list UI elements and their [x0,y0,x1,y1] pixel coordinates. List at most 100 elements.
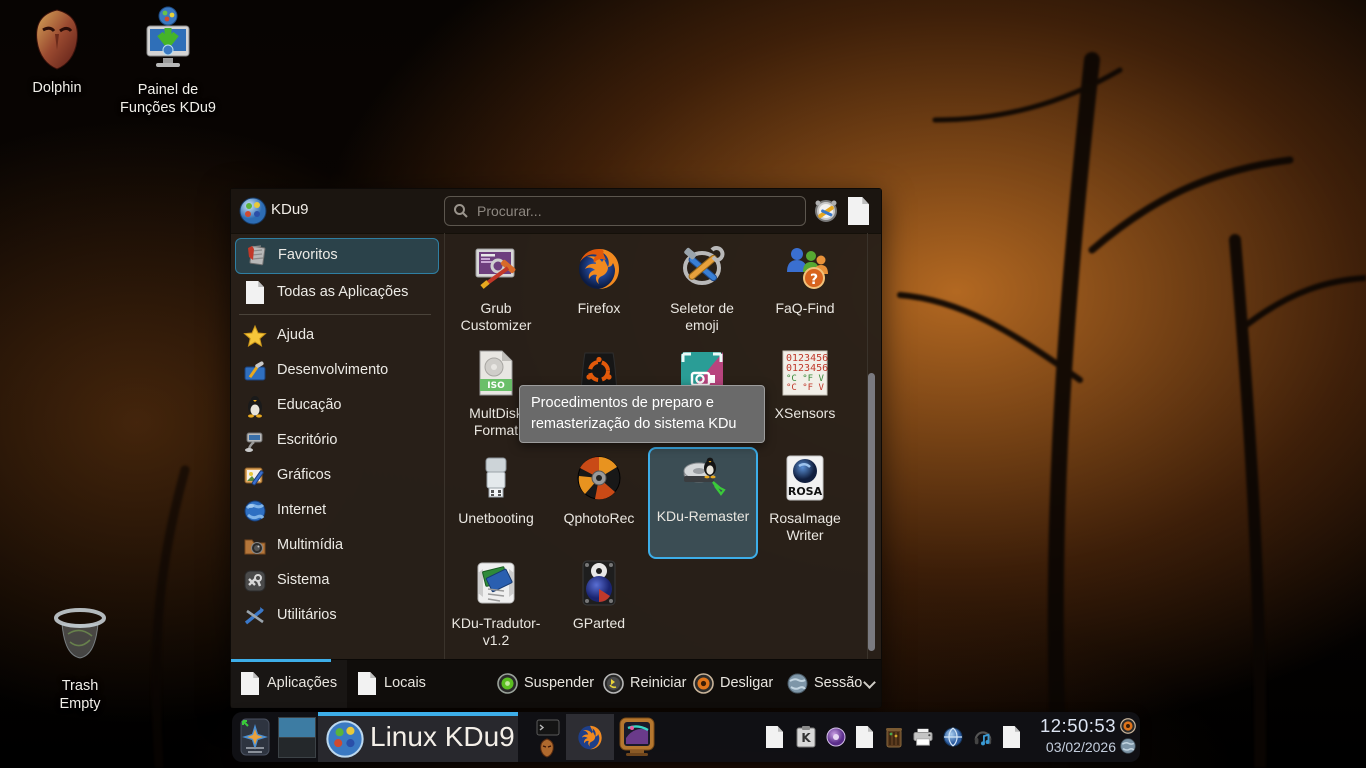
sidebar-item-multimidia[interactable]: Multimídia [235,529,437,563]
app-tile-xsensors[interactable]: 0123456 0123456 °C °F V °C °F V XSensors [755,346,855,450]
restart-button[interactable]: Reiniciar [603,660,693,708]
app-tile-faq-find[interactable]: ? FaQ-Find [755,241,855,345]
document-icon [241,672,259,695]
folder-camera-icon [243,534,267,558]
people-question-icon: ? [781,244,829,292]
globe-icon [243,499,267,523]
harddisk-penguin-icon [679,452,727,500]
desktop-icon-dolphin[interactable]: Dolphin [12,8,102,97]
sidebar-item-label: Internet [277,502,326,518]
pager-desktop-2[interactable] [278,737,316,758]
picture-pen-icon [243,464,267,488]
app-tile-rosaimage-writer[interactable]: ROSA RosaImage Writer [755,451,855,555]
kdu9-globe-logo [239,197,267,225]
books-translator-icon [472,559,520,607]
gparted-drive-icon [575,559,623,607]
sidebar-item-educacao[interactable]: Educação [235,389,437,423]
virtual-desktop-pager[interactable] [278,717,316,757]
app-tile-qphotorec[interactable]: QphotoRec [549,451,649,555]
orange-power-orb-icon[interactable] [1120,718,1136,734]
app-tile-kdu-tradutor[interactable]: KDu-Tradutor-v1.2 [446,556,546,660]
svg-text:?: ? [810,272,818,288]
application-menu: KDu9 Favoritos Todas as Aplicaçõ [230,188,882,708]
task-button-linux-kdu9[interactable]: Linux KDu9 [318,712,518,762]
document-icon[interactable] [1003,726,1020,748]
sidebar-item-sistema[interactable]: Sistema [235,564,437,598]
network-globe-icon[interactable] [943,726,963,748]
tab-aplicacoes[interactable]: Aplicações [241,660,347,708]
app-label: RosaImage Writer [755,510,855,544]
sidebar-item-utilitarios[interactable]: Utilitários [235,599,437,633]
sidebar-divider [444,233,445,659]
app-tile-kdu-remaster[interactable]: KDu-Remaster [648,447,758,559]
alarm-tools-icon[interactable] [813,198,839,224]
kdu9-globe-logo [326,720,364,758]
usb-stick-icon [472,454,520,502]
trash-full-icon[interactable] [884,726,904,748]
shutdown-button[interactable]: Desligar [693,660,781,708]
fox-mask-icon[interactable] [538,738,556,758]
suspend-button[interactable]: Suspender [497,660,597,708]
app-label: Seletor de emoji [652,300,752,334]
klipper-clipboard-icon[interactable]: K [796,726,816,748]
firefox-task-tile[interactable] [566,714,614,760]
sidebar-item-todas-as-aplicacoes[interactable]: Todas as Aplicações [235,276,437,310]
sidebar-item-favoritos[interactable]: Favoritos [235,238,439,274]
sidebar-item-internet[interactable]: Internet [235,494,437,528]
terminal-icon[interactable] [536,719,560,736]
green-power-orb-icon [497,673,518,694]
sidebar-item-label: Multimídia [277,537,343,553]
svg-text:K: K [801,731,811,745]
menu-title: KDu9 [271,201,309,218]
dolphin-mask-icon [28,8,86,70]
app-label: KDu-Remaster [650,508,756,525]
app-tile-seletor-de-emoji[interactable]: Seletor de emoji [652,241,752,345]
pager-desktop-1-active[interactable] [278,717,316,738]
tux-penguin-icon [243,394,267,418]
active-task-indicator [318,712,518,716]
sidebar-item-desenvolvimento[interactable]: Desenvolvimento [235,354,437,388]
search-input[interactable] [475,199,799,223]
app-label: KDu-Tradutor-v1.2 [446,615,546,649]
scrollbar-thumb[interactable] [868,373,875,651]
session-globe-icon[interactable] [1120,738,1136,754]
document-icon[interactable] [856,726,873,748]
task-button-label: Linux KDu9 [370,721,515,753]
sidebar-item-label: Utilitários [277,607,337,623]
session-button-label: Reiniciar [630,675,686,691]
scrollbar[interactable] [868,235,876,659]
sidebar-item-label: Escritório [277,432,337,448]
desktop-icon-painel-kdu9[interactable]: Painel de Funções KDu9 [118,6,218,117]
sidebar-item-escritorio[interactable]: Escritório [235,424,437,458]
headphones-music-icon[interactable] [973,726,993,748]
orange-power-orb-icon [693,673,714,694]
app-label: XSensors [755,405,855,422]
purple-orb-icon[interactable] [826,726,846,748]
app-tile-unetbooting[interactable]: Unetbooting [446,451,546,555]
session-button-label: Desligar [720,675,773,691]
tv-media-icon[interactable] [618,716,656,758]
search-box[interactable] [444,196,806,226]
toolbox-icon [243,359,267,383]
star-launcher-icon[interactable] [240,717,270,757]
app-tile-gparted[interactable]: GParted [549,556,649,660]
session-button-label: Sessão [814,675,862,691]
printer-icon[interactable] [913,726,933,748]
app-label: QphotoRec [549,510,649,527]
desktop-icon-trash[interactable]: Trash Empty [38,604,122,713]
app-tile-firefox[interactable]: Firefox [549,241,649,345]
bookmark-icon [244,244,268,268]
sidebar-item-graficos[interactable]: Gráficos [235,459,437,493]
tab-locais[interactable]: Locais [358,660,438,708]
tab-label: Locais [384,675,426,691]
kdu9-panel-monitor-icon [139,6,197,72]
app-tile-grub-customizer[interactable]: Grub Customizer [446,241,546,345]
document-icon[interactable] [766,726,783,748]
document-icon[interactable] [848,197,869,225]
taskbar: Linux KDu9 K [232,712,1140,762]
digital-clock[interactable]: 12:50:53 03/02/2026 [1032,717,1116,754]
sidebar-item-ajuda[interactable]: Ajuda [235,319,437,353]
session-button[interactable]: Sessão [787,660,883,708]
document-icon [246,281,264,304]
tab-label: Aplicações [267,675,337,691]
